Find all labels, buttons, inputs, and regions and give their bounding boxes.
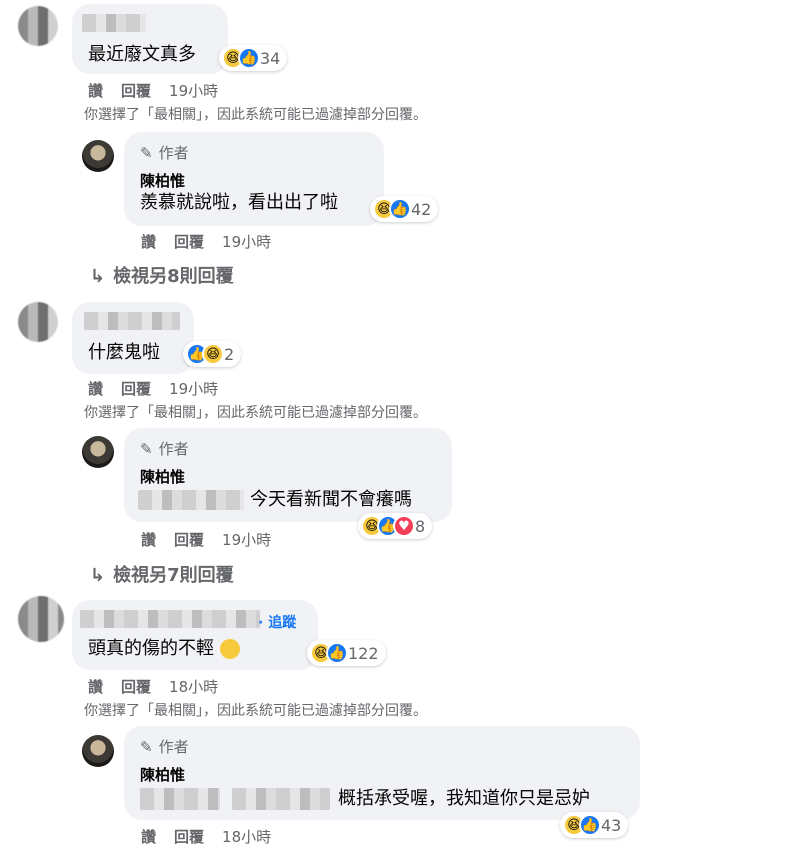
reaction-count: 34 [260, 48, 281, 68]
timestamp[interactable]: 19小時 [169, 380, 218, 398]
reply-button[interactable]: 回覆 [121, 678, 151, 696]
reply-arrow-icon: ↳ [90, 266, 106, 287]
timestamp[interactable]: 18小時 [169, 678, 218, 696]
author-name[interactable]: 陳柏惟 [140, 170, 185, 191]
follow-button[interactable]: · 追蹤 [258, 612, 296, 632]
reaction-summary[interactable]: 😆 👍 34 [219, 45, 288, 71]
timestamp[interactable]: 19小時 [222, 233, 271, 251]
like-button[interactable]: 讚 [88, 380, 103, 398]
author-badge: ✎ 作者 [140, 144, 189, 162]
view-more-replies[interactable]: ↳ 檢視另8則回覆 [90, 262, 234, 288]
reaction-summary[interactable]: 👍 😆 2 [183, 341, 242, 367]
blurred-commenter-name[interactable] [82, 14, 146, 32]
reply-bubble: ✎ 作者 陳柏惟 今天看新聞不會癢嗎 [124, 428, 452, 522]
reaction-summary[interactable]: 😆 👍 42 [370, 196, 439, 222]
author-avatar[interactable] [82, 436, 114, 468]
blurred-mention[interactable] [140, 788, 220, 810]
reaction-count: 2 [224, 344, 235, 364]
blurred-commenter-name[interactable] [80, 610, 260, 628]
reply-button[interactable]: 回覆 [174, 531, 204, 549]
comment-actions: 讚回覆 19小時 [88, 378, 218, 399]
reaction-summary[interactable]: 😆 👍 122 [307, 640, 386, 666]
like-button[interactable]: 讚 [88, 678, 103, 696]
haha-icon: 😆 [202, 343, 224, 365]
reply-arrow-icon: ↳ [90, 565, 106, 586]
blurred-commenter-name[interactable] [84, 312, 180, 330]
like-button[interactable]: 讚 [141, 531, 156, 549]
comment-bubble: 最近廢文真多 [72, 4, 228, 74]
commenter-avatar[interactable] [18, 596, 64, 642]
pencil-icon: ✎ [140, 440, 153, 458]
like-icon: 👍 [389, 198, 411, 220]
reply-text: 今天看新聞不會癢嗎 [250, 489, 412, 510]
reply-button[interactable]: 回覆 [121, 82, 151, 100]
view-more-replies[interactable]: ↳ 檢視另7則回覆 [90, 561, 234, 587]
author-name[interactable]: 陳柏惟 [140, 466, 185, 487]
filter-note: 你選擇了「最相關」，因此系統可能已過濾掉部分回覆。 [84, 703, 427, 719]
like-button[interactable]: 讚 [141, 828, 156, 846]
filter-note: 你選擇了「最相關」，因此系統可能已過濾掉部分回覆。 [84, 405, 427, 421]
commenter-avatar[interactable] [18, 6, 58, 46]
reply-bubble: ✎ 作者 陳柏惟 羨慕就說啦，看出出了啦 [124, 132, 384, 226]
reaction-count: 43 [601, 815, 622, 835]
reply-button[interactable]: 回覆 [174, 828, 204, 846]
reaction-count: 42 [411, 199, 432, 219]
author-badge: ✎ 作者 [140, 440, 189, 458]
author-avatar[interactable] [82, 735, 114, 767]
love-icon: ♥ [393, 515, 415, 537]
comment-actions: 讚回覆 19小時 [88, 80, 218, 101]
comment-text: 最近廢文真多 [88, 44, 196, 65]
timestamp[interactable]: 19小時 [222, 531, 271, 549]
like-icon: 👍 [326, 642, 348, 664]
like-icon: 👍 [579, 814, 601, 836]
like-button[interactable]: 讚 [141, 233, 156, 251]
author-badge: ✎ 作者 [140, 738, 189, 756]
comment-bubble: · 追蹤 頭真的傷的不輕 [72, 600, 318, 670]
commenter-avatar[interactable] [18, 302, 58, 342]
reaction-count: 122 [348, 643, 379, 663]
timestamp[interactable]: 18小時 [222, 828, 271, 846]
reply-text: 概括承受喔，我知道你只是忌妒 [338, 788, 590, 809]
blurred-mention[interactable] [138, 490, 244, 510]
pencil-icon: ✎ [140, 738, 153, 756]
reply-actions: 讚回覆 18小時 [141, 826, 271, 847]
comment-text: 頭真的傷的不輕 [88, 638, 240, 660]
reply-button[interactable]: 回覆 [174, 233, 204, 251]
comment-text: 什麼鬼啦 [88, 342, 160, 363]
reply-button[interactable]: 回覆 [121, 380, 151, 398]
reply-text: 羨慕就說啦，看出出了啦 [140, 192, 338, 213]
comment-actions: 讚回覆 18小時 [88, 676, 218, 697]
filter-note: 你選擇了「最相關」，因此系統可能已過濾掉部分回覆。 [84, 107, 427, 123]
reply-bubble: ✎ 作者 陳柏惟 概括承受喔，我知道你只是忌妒 [124, 726, 640, 820]
reply-actions: 讚回覆 19小時 [141, 231, 271, 252]
like-button[interactable]: 讚 [88, 82, 103, 100]
author-avatar[interactable] [82, 140, 114, 172]
author-name[interactable]: 陳柏惟 [140, 764, 185, 785]
timestamp[interactable]: 19小時 [169, 82, 218, 100]
reaction-summary[interactable]: 😆 👍 43 [560, 812, 629, 838]
pencil-icon: ✎ [140, 144, 153, 162]
reaction-count: 8 [415, 516, 426, 536]
reply-actions: 讚回覆 19小時 [141, 529, 271, 550]
sad-emoji-icon [219, 639, 240, 659]
like-icon: 👍 [238, 47, 260, 69]
reaction-summary[interactable]: 😆 👍 ♥ 8 [358, 513, 433, 539]
blurred-mention[interactable] [232, 788, 330, 810]
comment-bubble: 什麼鬼啦 [72, 302, 194, 374]
